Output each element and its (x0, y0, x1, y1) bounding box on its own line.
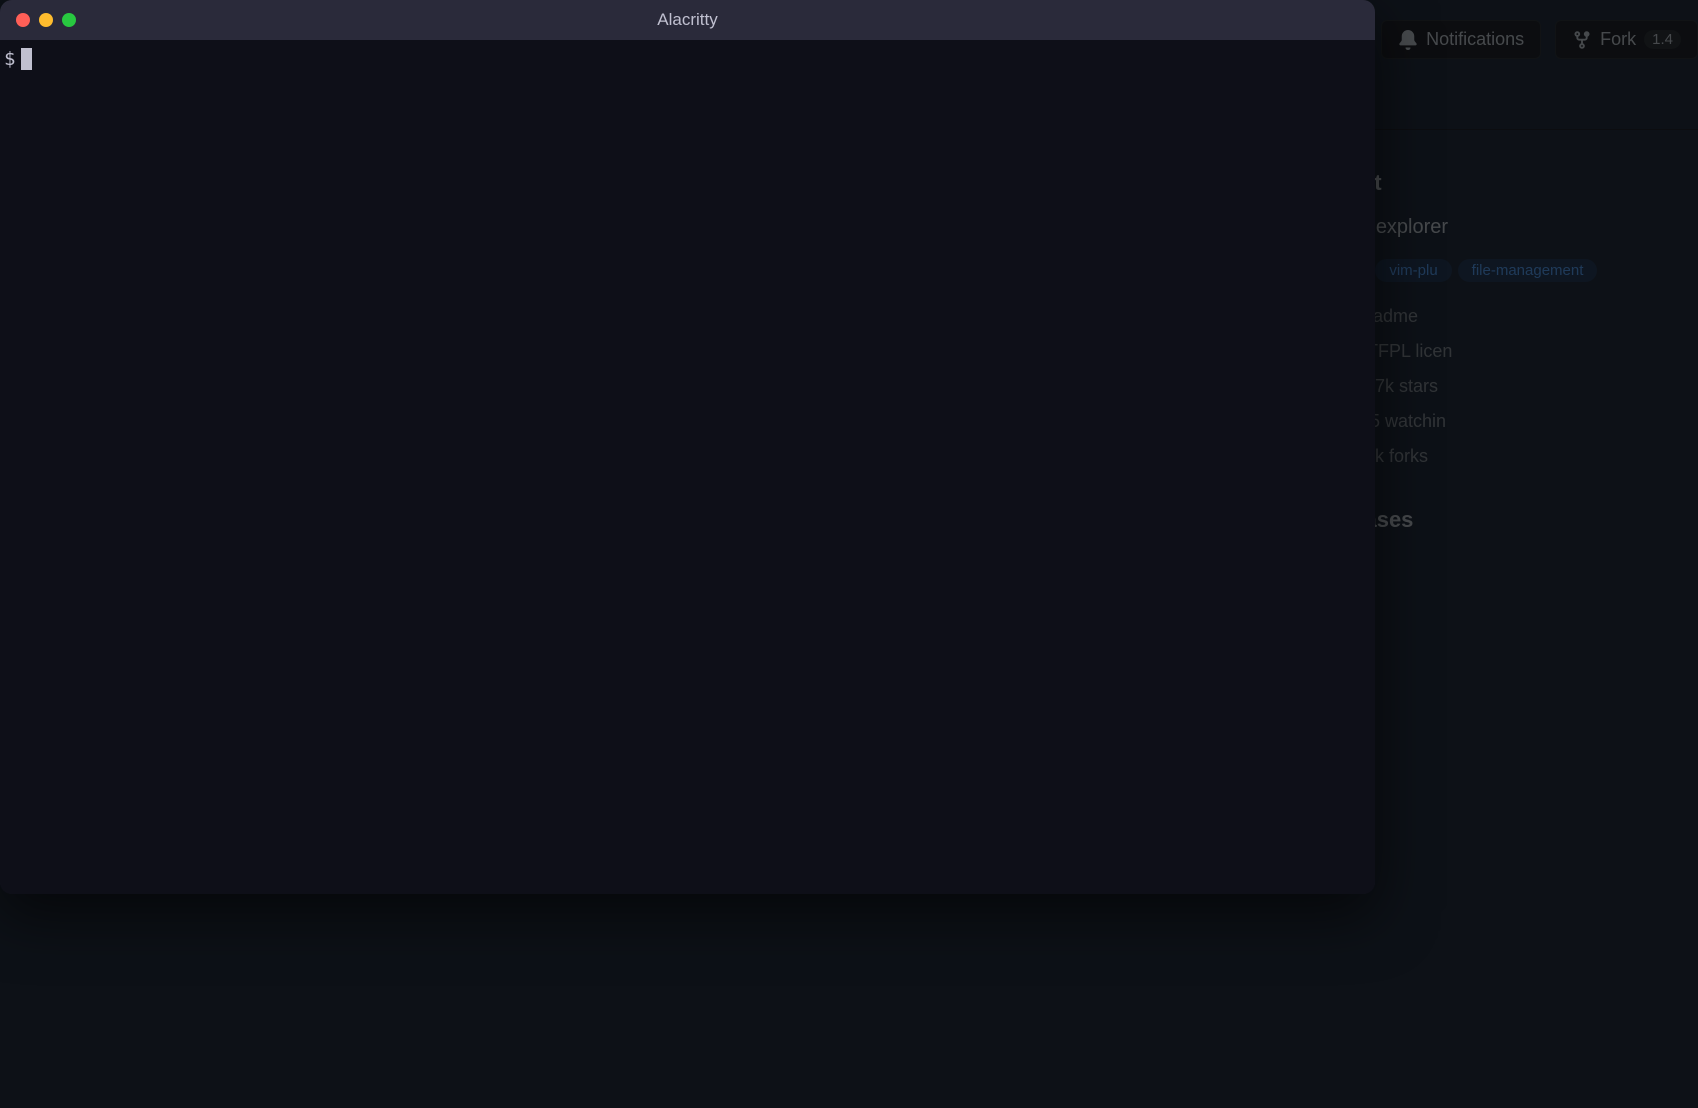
notifications-button[interactable]: Notifications (1381, 20, 1541, 59)
cursor-icon (21, 48, 32, 70)
fork-count: 1.4 (1644, 30, 1681, 49)
repo-description: A tree explorer (1318, 216, 1698, 239)
forks-link[interactable]: 1.4k forks (1318, 446, 1698, 467)
maximize-icon[interactable] (62, 13, 76, 27)
fork-icon (1572, 30, 1592, 50)
notifications-label: Notifications (1426, 29, 1524, 50)
stars-link[interactable]: 17.7k stars (1318, 376, 1698, 397)
shell-prompt: $ (4, 48, 15, 70)
minimize-icon[interactable] (39, 13, 53, 27)
watching-link[interactable]: 315 watchin (1318, 411, 1698, 432)
window-title: Alacritty (657, 10, 717, 30)
releases-heading: Releases (1318, 507, 1698, 533)
fork-button[interactable]: Fork 1.4 (1555, 20, 1698, 59)
terminal-body[interactable]: $ (0, 40, 1375, 894)
window-titlebar[interactable]: Alacritty (0, 0, 1375, 40)
license-link[interactable]: WTFPL licen (1318, 341, 1698, 362)
bell-icon (1398, 30, 1418, 50)
fork-label: Fork (1600, 29, 1636, 50)
readme-link[interactable]: Readme (1318, 306, 1698, 327)
terminal-window: Alacritty $ (0, 0, 1375, 894)
topic-tag[interactable]: file-management (1458, 259, 1598, 282)
topic-tag[interactable]: vim-plu (1375, 259, 1451, 282)
close-icon[interactable] (16, 13, 30, 27)
about-heading: About (1318, 170, 1698, 196)
